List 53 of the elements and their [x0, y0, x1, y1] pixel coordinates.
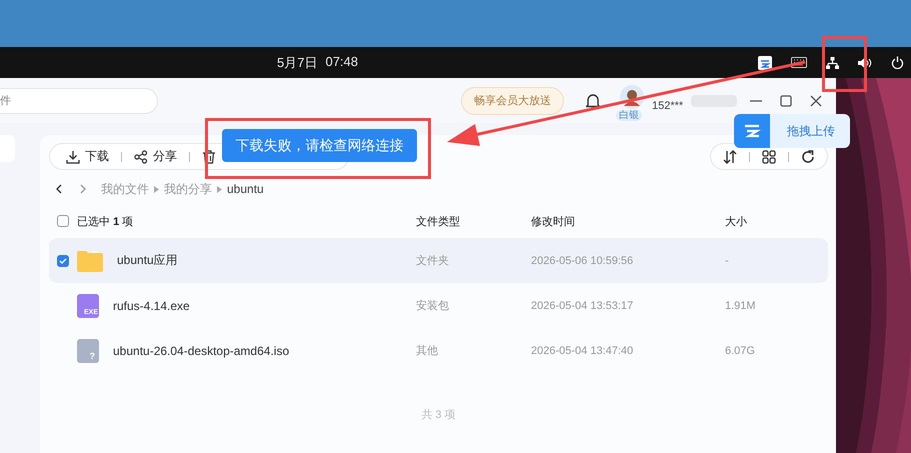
checkbox[interactable]	[57, 215, 69, 227]
breadcrumb-link[interactable]: ubuntu	[227, 182, 264, 196]
chevron-icon	[154, 186, 159, 192]
checkmark-icon	[59, 258, 67, 264]
file-name: ubuntu应用	[117, 252, 178, 269]
drag-upload-button[interactable]: 拖拽上传	[734, 114, 850, 148]
close-icon[interactable]	[810, 94, 822, 106]
selected-row[interactable]: ubuntu应用 文件夹 2026-05-06 10:59:56 -	[49, 238, 828, 283]
chevron-icon	[217, 186, 222, 192]
toast-message: 下载失败，请检查网络连接	[222, 129, 417, 162]
date-text: 5月7日	[277, 54, 318, 72]
level-badge: 白银	[616, 110, 642, 120]
file-row[interactable]: ? ubuntu-26.04-desktop-amd64.iso 其他 2026-05-04 13:47:40 6.07G	[49, 328, 828, 373]
trash-icon[interactable]	[202, 150, 216, 164]
user-name: 152***	[652, 98, 684, 112]
clock-time: 07:48	[325, 54, 358, 70]
power-icon[interactable]	[891, 56, 904, 69]
share-button[interactable]: 分享	[134, 148, 177, 165]
checkbox[interactable]	[57, 254, 69, 266]
folder-icon	[77, 250, 103, 272]
file-size: 6.07G	[725, 344, 756, 356]
grid-icon[interactable]	[762, 150, 776, 164]
file-name: ubuntu-26.04-desktop-amd64.iso	[113, 344, 290, 358]
file-size: -	[725, 254, 730, 266]
volume-icon[interactable]	[858, 56, 872, 68]
column-header[interactable]: 大小	[725, 214, 828, 228]
column-header[interactable]: 文件类型	[416, 214, 531, 228]
keyboard-icon[interactable]	[791, 57, 807, 68]
back-icon[interactable]	[55, 184, 63, 194]
download-icon	[66, 150, 80, 164]
avatar[interactable]	[620, 84, 644, 108]
modified-time: 2026-05-04 13:47:40	[531, 344, 634, 356]
network-icon[interactable]	[826, 56, 839, 68]
bell-icon[interactable]	[586, 92, 600, 108]
refresh-icon[interactable]	[801, 150, 815, 164]
download-button[interactable]: 下载	[66, 148, 109, 165]
search-field[interactable]: 件	[0, 88, 158, 114]
file-type: 安装包	[416, 298, 450, 313]
modified-time: 2026-05-04 13:53:17	[531, 300, 634, 312]
share-icon	[134, 150, 148, 164]
unknown-file-icon: ?	[77, 338, 99, 362]
item-count: 共 3 项	[420, 408, 457, 422]
file-name: rufus-4.14.exe	[113, 298, 190, 312]
modified-time: 2026-05-06 10:59:56	[531, 254, 634, 266]
selection-count: 已选中 1 项	[77, 214, 134, 228]
file-type: 其他	[416, 344, 439, 358]
maximize-icon[interactable]	[780, 94, 792, 106]
sort-icon[interactable]	[723, 150, 737, 164]
column-header[interactable]: 修改时间	[531, 214, 725, 228]
file-size: 1.91M	[725, 300, 757, 312]
highlight-frame	[822, 36, 867, 92]
file-type: 文件夹	[416, 254, 450, 268]
forward-icon[interactable]	[79, 184, 87, 194]
